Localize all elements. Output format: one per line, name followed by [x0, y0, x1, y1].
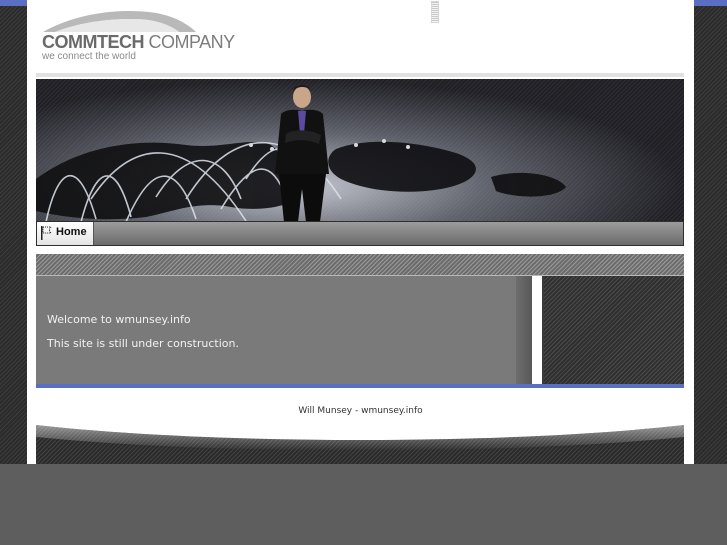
page-container: COMMTECH COMPANY we connect the world Ho… — [27, 0, 694, 464]
logo-brand-bold: COMMTECH — [42, 32, 145, 52]
content-header-strip — [36, 254, 684, 276]
footer-credit: Will Munsey - wmunsey.info — [298, 406, 423, 416]
content-body: Welcome to wmunsey.info This site is sti… — [47, 313, 239, 361]
construction-notice: This site is still under construction. — [47, 337, 239, 350]
logo-wordmark: COMMTECH COMPANY — [42, 32, 235, 52]
logo-swoosh-icon — [43, 10, 196, 32]
content-accent-bar — [36, 384, 684, 388]
footer-wave — [36, 425, 684, 464]
nav-item-home[interactable]: Home — [37, 222, 94, 245]
welcome-text: Welcome to wmunsey.info — [47, 313, 191, 326]
header-divider — [36, 73, 684, 77]
sidebar-panel — [542, 276, 684, 384]
hero-banner — [36, 79, 684, 222]
logo-brand-light: COMPANY — [144, 32, 236, 52]
footer-graphic — [36, 421, 684, 464]
content-panel: Welcome to wmunsey.info This site is sti… — [36, 276, 525, 384]
nav-item-label: Home — [56, 226, 87, 238]
banner-illustration — [36, 85, 566, 222]
company-logo[interactable]: COMMTECH COMPANY we connect the world — [41, 10, 235, 66]
main-navigation: Home — [36, 221, 684, 246]
logo-tagline: we connect the world — [42, 51, 136, 62]
content-panel-shadow — [516, 276, 532, 384]
businessman-figure — [275, 85, 329, 222]
resize-grip — [431, 1, 439, 23]
flag-icon — [41, 226, 52, 240]
